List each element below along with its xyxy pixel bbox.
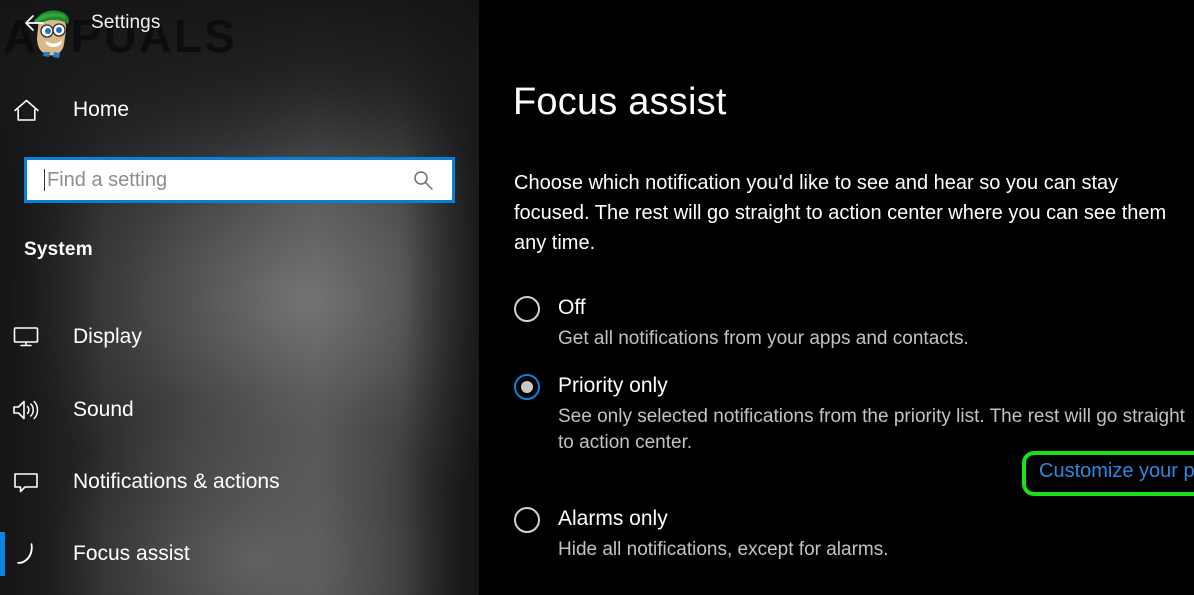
search-input[interactable]: Find a setting [24, 157, 455, 203]
page-description: Choose which notification you'd like to … [514, 172, 1167, 254]
back-button[interactable] [16, 6, 52, 40]
radio-option-off[interactable]: Off Get all notifications from your apps… [514, 295, 1184, 352]
search-icon[interactable] [412, 169, 434, 191]
radio-button-alarms-only[interactable] [514, 507, 540, 533]
radio-option-alarms-only[interactable]: Alarms only Hide all notifications, exce… [514, 506, 1184, 563]
sidebar-item-home[interactable]: Home [0, 91, 400, 129]
sidebar-item-focus-assist-label: Focus assist [73, 542, 190, 565]
moon-icon [0, 541, 52, 567]
chat-bubble-icon [0, 470, 52, 494]
search-placeholder: Find a setting [47, 168, 168, 191]
sidebar-item-display-label: Display [73, 325, 142, 348]
radio-option-alarms-only-label: Alarms only [558, 507, 668, 530]
back-arrow-icon [25, 15, 44, 31]
sidebar-item-notifications-label: Notifications & actions [73, 470, 280, 493]
home-icon [0, 98, 52, 123]
monitor-icon [0, 325, 52, 349]
text-caret [44, 169, 45, 191]
radio-option-priority-only[interactable]: Priority only See only selected notifica… [514, 373, 1185, 456]
sidebar-item-sound[interactable]: Sound [0, 388, 460, 432]
sidebar-group-header: System [24, 239, 93, 260]
page-title: Focus assist [513, 81, 727, 123]
radio-option-off-label: Off [558, 296, 586, 319]
sidebar-item-notifications[interactable]: Notifications & actions [0, 460, 460, 504]
radio-option-alarms-only-description: Hide all notifications, except for alarm… [558, 539, 889, 560]
sidebar-item-sound-label: Sound [73, 398, 134, 421]
sidebar-vignette [0, 0, 479, 595]
sidebar-item-focus-assist[interactable]: Focus assist [0, 532, 460, 576]
app-title: Settings [91, 12, 161, 33]
radio-option-priority-only-label: Priority only [558, 374, 668, 397]
main-content: Focus assist Choose which notification y… [479, 0, 1194, 595]
title-bar: Settings [0, 0, 479, 48]
radio-button-off[interactable] [514, 296, 540, 322]
sidebar-item-home-label: Home [73, 98, 130, 121]
radio-button-priority-only[interactable] [514, 374, 540, 400]
settings-window: APPUALS Settings Home Find a setting Sys… [0, 0, 1194, 595]
speaker-icon [0, 398, 52, 422]
radio-option-off-description: Get all notifications from your apps and… [558, 328, 969, 349]
radio-selected-dot [521, 381, 533, 393]
navigation-sidebar: APPUALS Settings Home Find a setting Sys… [0, 0, 479, 595]
sidebar-item-display[interactable]: Display [0, 315, 460, 359]
customize-priority-list-link[interactable]: Customize your priority list [1039, 460, 1194, 483]
radio-option-priority-only-description: See only selected notifications from the… [558, 406, 1185, 453]
